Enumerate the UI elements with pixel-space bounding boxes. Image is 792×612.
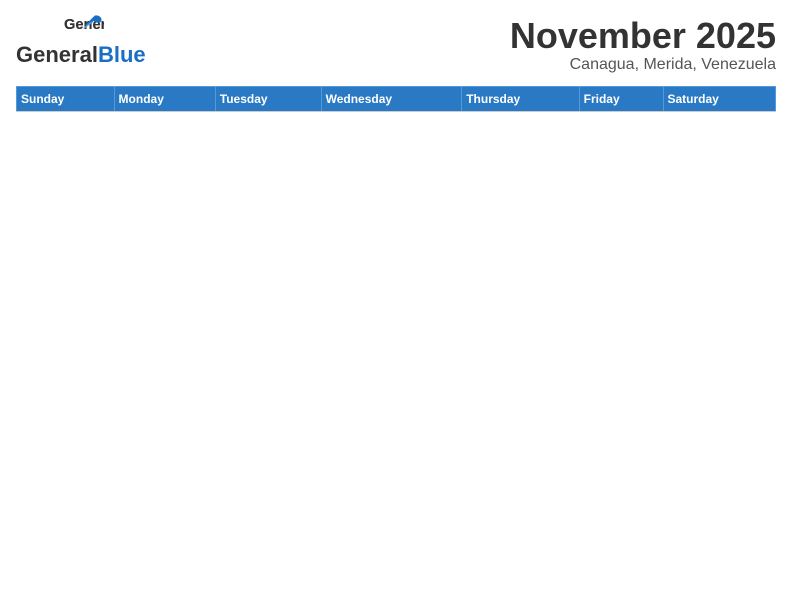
header-friday: Friday xyxy=(579,86,663,111)
logo-bird-icon: General General xyxy=(64,12,104,40)
header: General General General Blue November 20… xyxy=(16,16,776,74)
logo-text: General Blue xyxy=(16,42,146,68)
header-monday: Monday xyxy=(114,86,215,111)
subtitle: Canagua, Merida, Venezuela xyxy=(510,56,776,74)
header-tuesday: Tuesday xyxy=(215,86,321,111)
weekday-header-row: Sunday Monday Tuesday Wednesday Thursday… xyxy=(17,86,776,111)
month-title: November 2025 xyxy=(510,16,776,56)
title-area: November 2025 Canagua, Merida, Venezuela xyxy=(510,16,776,74)
header-wednesday: Wednesday xyxy=(321,86,462,111)
header-thursday: Thursday xyxy=(462,86,579,111)
logo-area: General General General Blue xyxy=(16,16,146,68)
header-saturday: Saturday xyxy=(663,86,776,111)
calendar-table: Sunday Monday Tuesday Wednesday Thursday… xyxy=(16,86,776,112)
header-sunday: Sunday xyxy=(17,86,115,111)
